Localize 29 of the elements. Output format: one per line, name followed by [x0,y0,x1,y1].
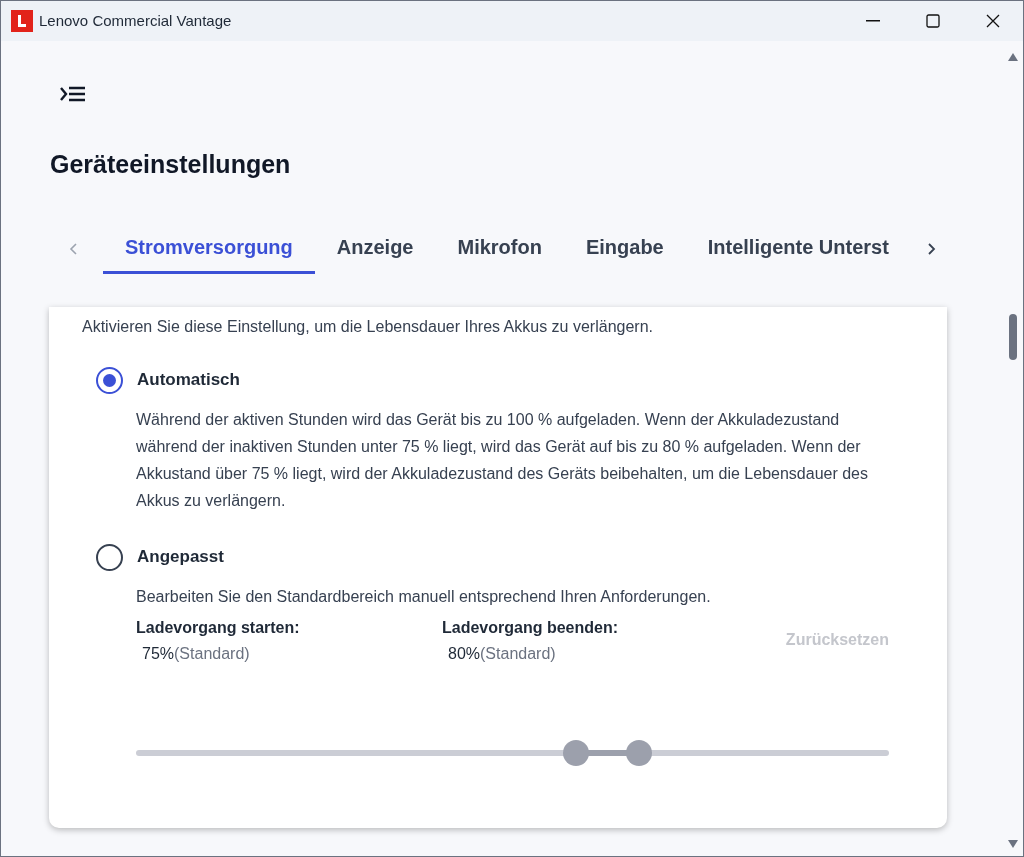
option-description: Während der aktiven Stunden wird das Gerät bis zu 100 % aufgeladen. Wenn der Akkuladezustand während der inaktiven Stunden unter 75 % liegt, wird das Gerät auf bis zu 80 % aufgeladen. Wenn der Akkustand über 75 % liegt, wird der Akkuladezustand des Geräts beibehalten, um die Lebensdauer des Akkus zu verlängern. [136,409,869,511]
window-title: Lenovo Commercial Vantage [39,10,232,31]
range-label: Ladevorgang starten: [136,617,301,638]
radio-button[interactable] [96,366,123,394]
range-value: 75% [142,643,175,664]
option-label: Angepasst [137,546,224,569]
maximize-icon[interactable] [926,14,940,28]
tab[interactable]: Anzeige [314,223,436,274]
range-label: Ladevorgang beenden: [442,617,620,638]
close-icon[interactable] [986,14,1000,28]
page-title: Geräteeinstellungen [50,149,291,180]
range-note: (Standard) [174,643,250,664]
radio-button[interactable] [96,543,123,571]
tab[interactable]: Intelligente Unterst [685,223,906,274]
tab[interactable]: Mikrofon [435,223,564,274]
scroll-down-icon[interactable] [1008,840,1018,848]
menu-icon[interactable] [60,84,86,104]
range-note: (Standard) [480,643,556,664]
scrollbar-thumb[interactable] [1009,314,1017,360]
tab[interactable]: Eingabe [563,223,686,274]
range-value: 80% [448,643,481,664]
option-description: Bearbeiten Sie den Standardbereich manuell entsprechend Ihren Anforderungen. [136,586,712,607]
scroll-right-icon[interactable] [926,241,936,256]
minimize-icon[interactable] [866,20,880,22]
tab[interactable]: Stromversorgung [103,223,315,274]
option-label: Automatisch [137,369,240,392]
app-logo-icon [11,10,33,32]
scroll-up-icon[interactable] [1008,53,1018,61]
intro-text: Aktivieren Sie diese Einstellung, um die Lebensdauer Ihres Akkus zu verlängern. [82,316,654,337]
